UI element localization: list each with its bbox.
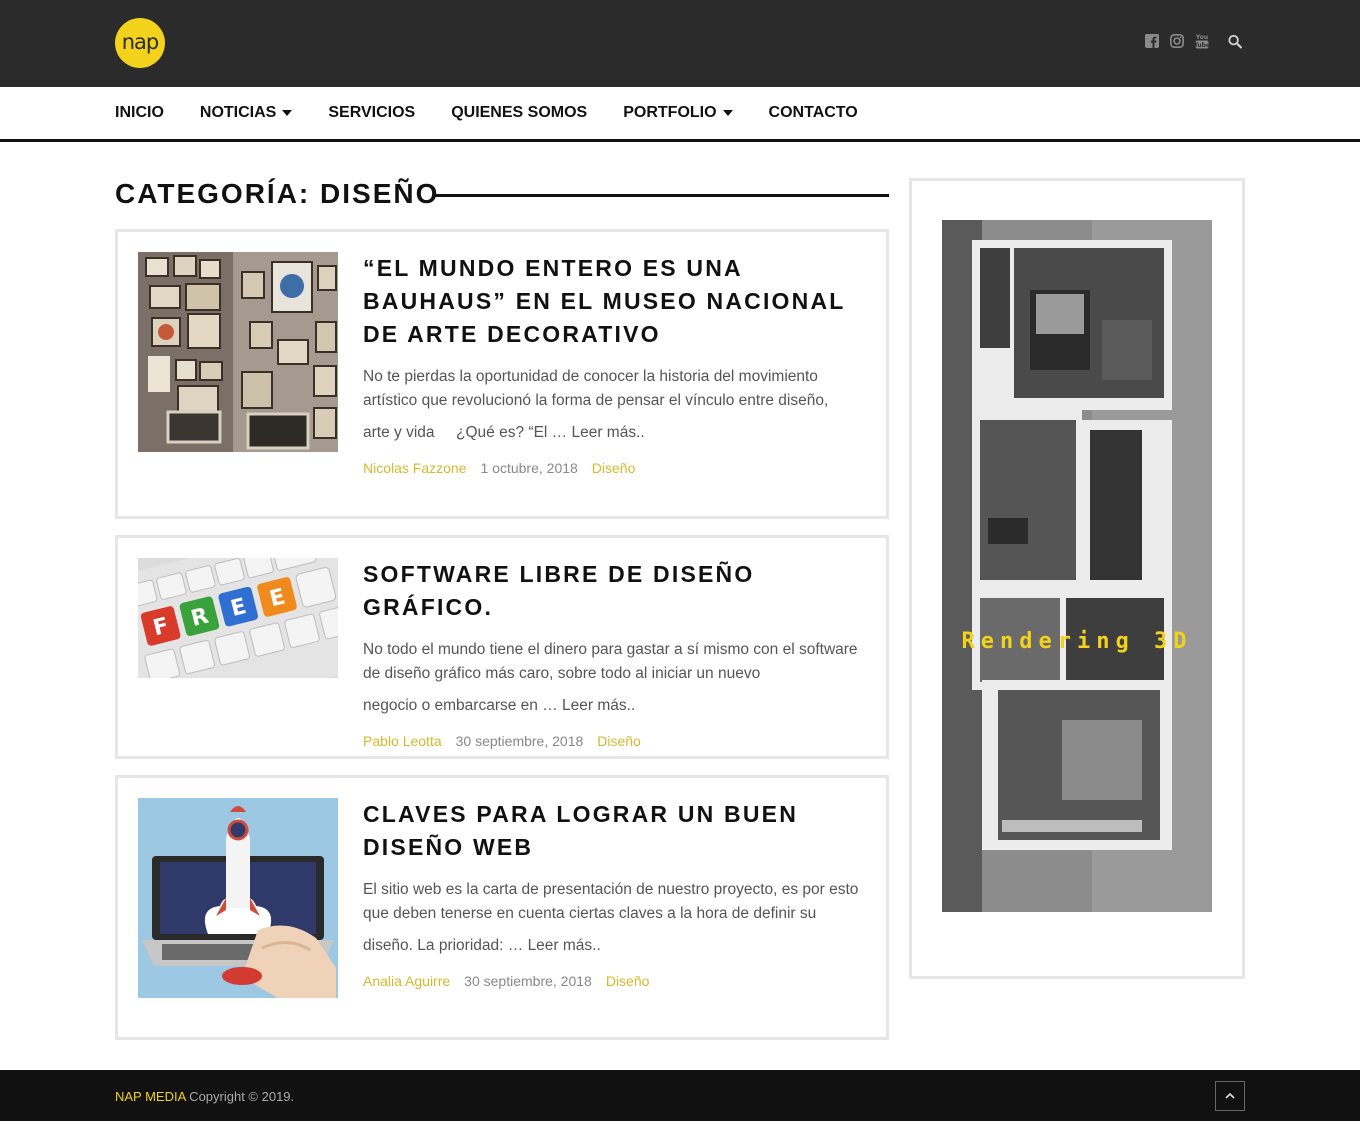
instagram-icon[interactable] <box>1170 33 1184 49</box>
back-to-top-button[interactable] <box>1215 1081 1245 1111</box>
nav-item-portfolio[interactable]: PORTFOLIO <box>623 104 733 122</box>
excerpt-text-end[interactable]: diseño. La prioridad: … Leer más.. <box>363 934 866 958</box>
post-title[interactable]: CLAVES PARA LOGRAR UN BUEN DISEÑO WEB <box>363 798 866 864</box>
post-thumbnail[interactable] <box>138 798 338 998</box>
post-category[interactable]: Diseño <box>592 460 636 476</box>
social-links: You Tube <box>1145 33 1242 49</box>
main-navbar: INICIO NOTICIAS SERVICIOS QUIENES SOMOS … <box>0 87 1360 142</box>
post-body: SOFTWARE LIBRE DE DISEÑO GRÁFICO. No tod… <box>363 558 866 749</box>
post-body: “EL MUNDO ENTERO ES UNA BAUHAUS” EN EL M… <box>363 252 866 476</box>
post-meta: Nicolas Fazzone 1 octubre, 2018 Diseño <box>363 460 866 476</box>
svg-text:You: You <box>1195 34 1208 41</box>
post-excerpt: No todo el mundo tiene el dinero para ga… <box>363 638 866 718</box>
post-meta: Analia Aguirre 30 septiembre, 2018 Diseñ… <box>363 973 866 989</box>
chevron-up-icon <box>1225 1092 1235 1099</box>
facebook-icon[interactable] <box>1145 33 1159 49</box>
nav-item-label: INICIO <box>115 104 164 121</box>
caret-down-icon <box>722 110 733 116</box>
nav-item-contacto[interactable]: CONTACTO <box>769 104 858 122</box>
footer-copyright: Copyright © 2019. <box>185 1089 295 1104</box>
post-author[interactable]: Nicolas Fazzone <box>363 460 467 476</box>
site-logo[interactable]: nap <box>115 18 165 68</box>
caret-down-icon <box>282 110 293 116</box>
post-category[interactable]: Diseño <box>606 973 650 989</box>
search-icon[interactable] <box>1228 33 1242 49</box>
excerpt-text: No todo el mundo tiene el dinero para ga… <box>363 641 858 682</box>
post-date: 1 octubre, 2018 <box>480 460 578 476</box>
rendering-3d-banner[interactable]: Rendering 3D <box>942 220 1212 912</box>
excerpt-text: No te pierdas la oportunidad de conocer … <box>363 368 829 409</box>
post-author[interactable]: Pablo Leotta <box>363 733 442 749</box>
copyright-text: NAP MEDIA Copyright © 2019. <box>115 1089 294 1104</box>
site-footer: NAP MEDIA Copyright © 2019. <box>0 1070 1360 1121</box>
nav-item-label: CONTACTO <box>768 104 858 121</box>
post-card: “EL MUNDO ENTERO ES UNA BAUHAUS” EN EL M… <box>115 229 889 519</box>
youtube-icon[interactable]: You Tube <box>1195 33 1209 49</box>
excerpt-text-end[interactable]: negocio o embarcarse en … Leer más.. <box>363 694 866 718</box>
post-meta: Pablo Leotta 30 septiembre, 2018 Diseño <box>363 733 866 749</box>
post-excerpt: No te pierdas la oportunidad de conocer … <box>363 365 866 445</box>
post-thumbnail[interactable] <box>138 252 338 452</box>
post-title[interactable]: “EL MUNDO ENTERO ES UNA BAUHAUS” EN EL M… <box>363 252 866 351</box>
post-category[interactable]: Diseño <box>597 733 641 749</box>
category-title-rule <box>434 194 889 197</box>
nav-item-inicio[interactable]: INICIO <box>115 104 164 122</box>
svg-text:Tube: Tube <box>1195 42 1209 49</box>
post-date: 30 septiembre, 2018 <box>464 973 592 989</box>
top-bar: nap You Tube <box>0 0 1360 87</box>
sidebar-widget: Rendering 3D <box>909 178 1245 979</box>
nav-item-quienes-somos[interactable]: QUIENES SOMOS <box>451 104 587 122</box>
nav-item-label: SERVICIOS <box>328 104 416 121</box>
post-card: F R E E SOFTWARE LIBRE DE DISEÑO GRÁFICO… <box>115 535 889 759</box>
footer-brand[interactable]: NAP MEDIA <box>115 1089 186 1104</box>
post-card: CLAVES PARA LOGRAR UN BUEN DISEÑO WEB El… <box>115 775 889 1040</box>
post-date: 30 septiembre, 2018 <box>455 733 584 749</box>
nav-item-label: PORTFOLIO <box>623 104 717 121</box>
nav-item-label: QUIENES SOMOS <box>451 104 588 121</box>
excerpt-text: El sitio web es la carta de presentación… <box>363 881 859 922</box>
main-nav: INICIO NOTICIAS SERVICIOS QUIENES SOMOS … <box>115 87 894 139</box>
nav-item-noticias[interactable]: NOTICIAS <box>199 104 293 122</box>
post-author[interactable]: Analia Aguirre <box>363 973 450 989</box>
banner-text: Rendering 3D <box>962 629 1193 654</box>
nav-item-servicios[interactable]: SERVICIOS <box>328 104 415 122</box>
post-body: CLAVES PARA LOGRAR UN BUEN DISEÑO WEB El… <box>363 798 866 989</box>
category-title: CATEGORÍA: DISEÑO <box>115 178 440 209</box>
excerpt-text-end[interactable]: arte y vida ¿Qué es? “El … Leer más.. <box>363 421 866 445</box>
post-title[interactable]: SOFTWARE LIBRE DE DISEÑO GRÁFICO. <box>363 558 866 624</box>
nav-item-label: NOTICIAS <box>199 104 277 121</box>
post-excerpt: El sitio web es la carta de presentación… <box>363 878 866 958</box>
post-thumbnail[interactable]: F R E E <box>138 558 338 678</box>
